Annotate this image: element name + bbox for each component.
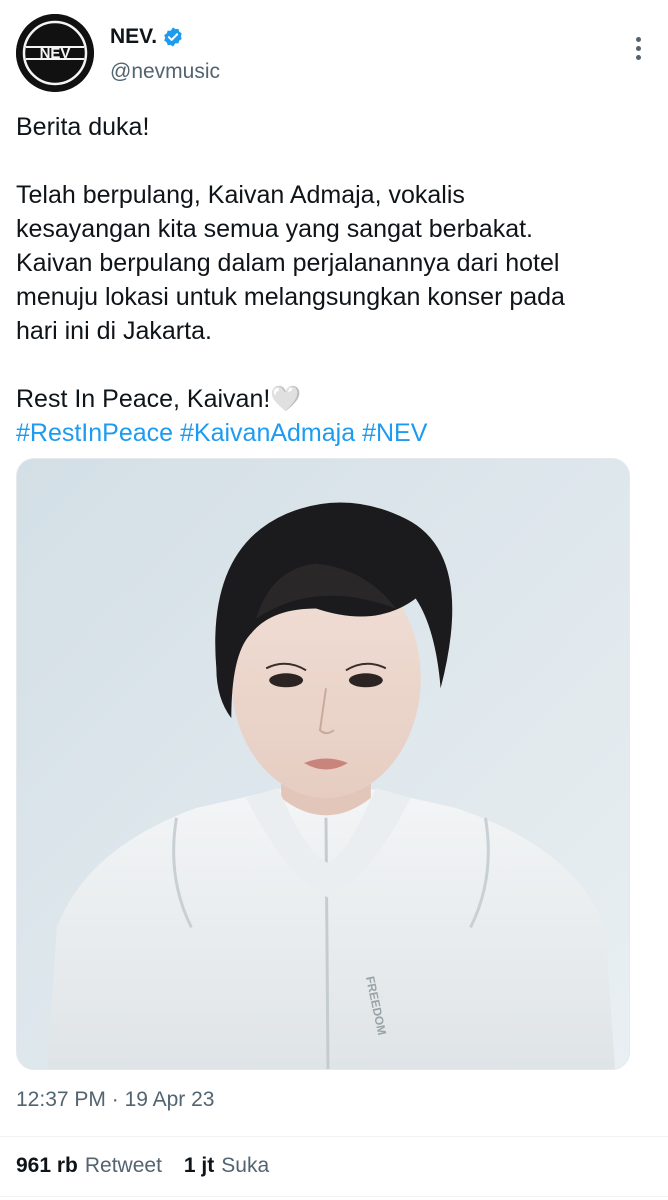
hashtag-kaivanadmaja[interactable]: #KaivanAdmaja <box>180 419 355 447</box>
hashtag-nev[interactable]: #NEV <box>362 419 427 447</box>
divider <box>0 1136 668 1137</box>
tweet-line: Rest In Peace, Kaivan!🤍 <box>16 385 302 413</box>
display-name[interactable]: NEV. <box>110 25 157 49</box>
avatar[interactable]: NEV <box>16 14 94 92</box>
tweet-photo[interactable]: FREEDOM <box>16 458 630 1070</box>
tweet-text: Berita duka! Telah berpulang, Kaivan Adm… <box>16 110 652 450</box>
divider <box>0 1196 668 1197</box>
author-handle[interactable]: @nevmusic <box>110 60 220 84</box>
more-options-icon[interactable] <box>624 28 652 68</box>
tweet-line: menuju lokasi untuk melangsungkan konser… <box>16 283 565 311</box>
avatar-logo-text: NEV <box>40 45 71 62</box>
retweet-count[interactable]: 961 rb <box>16 1154 78 1178</box>
tweet-timestamp[interactable]: 12:37 PM · 19 Apr 23 <box>16 1088 214 1112</box>
tweet-line: kesayangan kita semua yang sangat berbak… <box>16 215 534 243</box>
tweet-header: NEV NEV. @nevmusic <box>16 14 652 94</box>
retweet-label[interactable]: Retweet <box>85 1154 162 1178</box>
tweet-line: hari ini di Jakarta. <box>16 317 212 345</box>
nev-logo-icon: NEV <box>16 14 94 92</box>
verified-badge-icon <box>164 27 182 47</box>
tweet-line: Berita duka! <box>16 113 150 141</box>
portrait-photo: FREEDOM <box>17 459 629 1069</box>
tweet-line: Kaivan berpulang dalam perjalanannya dar… <box>16 249 560 277</box>
tweet-date: 19 Apr 23 <box>124 1088 215 1111</box>
tweet-stats: 961 rb Retweet 1 jt Suka <box>16 1154 291 1178</box>
hashtags-line: #RestInPeace #KaivanAdmaja #NEV <box>16 416 652 450</box>
timestamp-separator: · <box>111 1088 119 1111</box>
tweet-line: Telah berpulang, Kaivan Admaja, vokalis <box>16 181 465 209</box>
like-count[interactable]: 1 jt <box>184 1154 214 1178</box>
hashtag-restinpeace[interactable]: #RestInPeace <box>16 419 173 447</box>
like-label[interactable]: Suka <box>221 1154 269 1178</box>
author-names: NEV. @nevmusic <box>110 24 220 84</box>
tweet-time: 12:37 PM <box>16 1088 106 1111</box>
